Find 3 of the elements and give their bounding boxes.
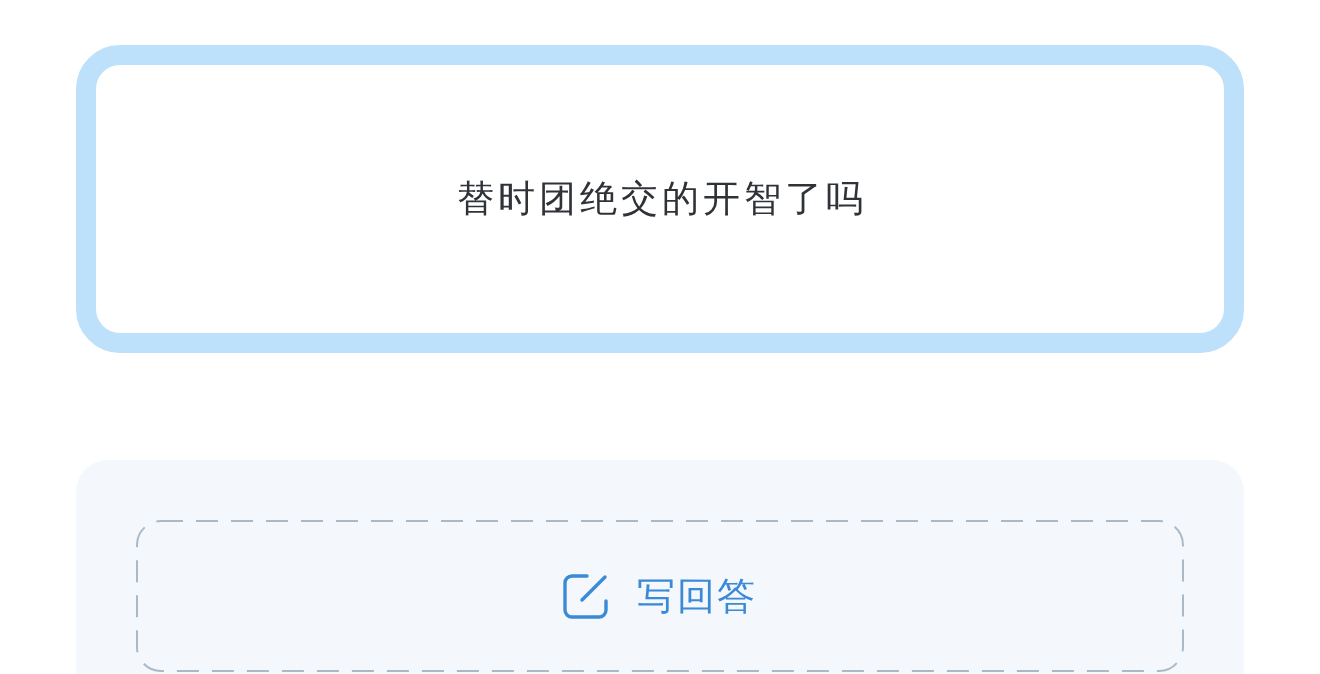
edit-icon [563, 573, 609, 619]
write-answer-button[interactable]: 写回答 [136, 520, 1184, 672]
question-text: 替时团绝交的开智了吗 [456, 176, 867, 223]
